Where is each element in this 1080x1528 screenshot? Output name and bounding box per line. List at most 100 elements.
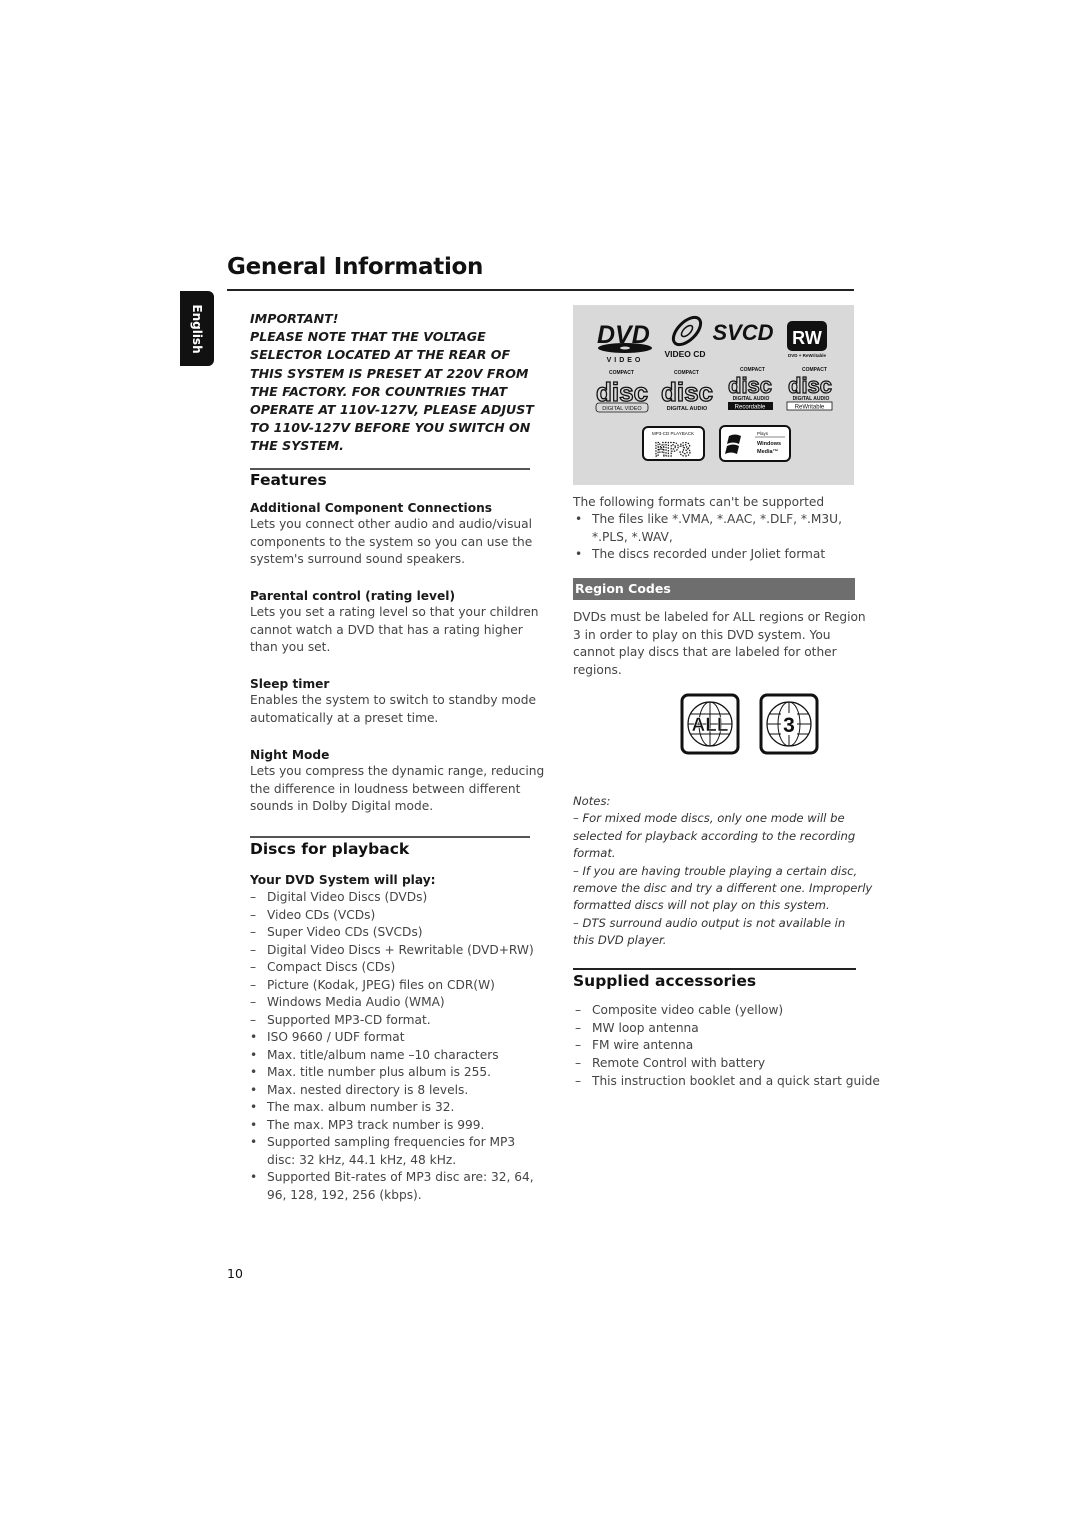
list-item-text: Supported sampling frequencies for MP3 (267, 1135, 516, 1149)
bullet-icon: • (250, 1065, 258, 1079)
bullet-icon: • (250, 1135, 258, 1149)
text-line: sounds in Dolby Digital mode. (250, 799, 434, 814)
list-item: – Digital Video Discs (DVDs) (250, 889, 540, 907)
list-item: • ISO 9660 / UDF format (250, 1029, 540, 1047)
feature-description: Lets you set a rating level so that your… (250, 604, 540, 657)
feature-night-mode: Night Mode Lets you compress the dynamic… (250, 748, 545, 816)
cd-main-text: disc (661, 377, 713, 407)
accessories-heading: Supplied accessories (573, 972, 757, 990)
list-item: • The max. album number is 32. (250, 1099, 540, 1117)
list-item-text: Supported Bit-rates of MP3 disc are: 32,… (267, 1170, 534, 1184)
dvd-disc-hole (620, 346, 630, 350)
feature-additional-connections: Additional Component Connections Lets yo… (250, 501, 540, 569)
list-item: – FM wire antenna (575, 1037, 860, 1055)
windows-media-logo: Plays Windows Media™ (719, 425, 791, 462)
list-item-text: Remote Control with battery (592, 1056, 766, 1071)
language-tab-label: English (190, 303, 204, 354)
list-item: – Windows Media Audio (WMA) (250, 994, 540, 1012)
region-codes-heading: Region Codes (573, 578, 855, 600)
text-line: Lets you compress the dynamic range, red… (250, 764, 545, 778)
important-line: THE FACTORY. FOR COUNTRIES THAT (250, 383, 508, 399)
list-item: – Compact Discs (CDs) (250, 959, 540, 977)
list-item-text: Max. title/album name –10 characters (267, 1047, 499, 1062)
cd-main-text: disc (728, 373, 772, 398)
list-item: • Supported Bit-rates of MP3 disc are: 32… (250, 1169, 540, 1204)
dash-icon: – (250, 960, 257, 974)
list-item: – Composite video cable (yellow) (575, 1002, 860, 1020)
note-line: – DTS surround audio output is not avail… (573, 915, 846, 930)
text-line: automatically at a preset time. (250, 710, 439, 725)
list-item-text: 96, 128, 192, 256 (kbps). (267, 1187, 422, 1202)
list-item-text: disc: 32 kHz, 44.1 kHz, 48 kHz. (267, 1152, 457, 1167)
list-item-text: Composite video cable (yellow) (592, 1003, 784, 1017)
video-cd-disc-inner (680, 324, 694, 338)
list-item-text: The files like *.VMA, *.AAC, *.DLF, *.M3… (592, 512, 842, 526)
list-item: – Digital Video Discs + Rewritable (DVD+R… (250, 942, 540, 960)
rw-sub-text: DVD + ReWritable (788, 353, 827, 358)
list-item-text: Supported MP3-CD format. (267, 1012, 431, 1027)
region-all-icon: ALL (680, 693, 740, 759)
bullet-icon: • (250, 1117, 258, 1132)
text-line: DVDs must be labeled for ALL regions or … (573, 610, 866, 624)
unsupported-intro: The following formats can't be supported (573, 495, 825, 509)
list-item-text: ISO 9660 / UDF format (267, 1030, 405, 1044)
note-line: selected for playback according to the r… (573, 828, 856, 843)
list-item: • Max. title/album name –10 characters (250, 1047, 540, 1065)
list-item-text: This instruction booklet and a quick sta… (592, 1073, 880, 1088)
unsupported-list: • The files like *.VMA, *.AAC, *.DLF, *.M… (575, 511, 860, 564)
list-item: – Supported MP3-CD format. (250, 1012, 540, 1030)
text-line: system's surround sound speakers. (250, 552, 466, 567)
wm-line3: Media™ (757, 449, 778, 455)
important-line: THE SYSTEM. (250, 438, 344, 454)
cd-recordable-logo: COMPACT disc DIGITAL AUDIO Recordable (727, 367, 773, 411)
page-number: 10 (227, 1266, 243, 1281)
list-item-text: Digital Video Discs (DVDs) (267, 890, 428, 904)
region-all-label: ALL (692, 715, 729, 736)
list-item: • The files like *.VMA, *.AAC, *.DLF, *.M… (575, 511, 860, 546)
list-item-text: Super Video CDs (SVCDs) (267, 925, 423, 939)
discs-heading: Discs for playback (250, 840, 410, 858)
cd-sub-text: DIGITAL VIDEO (602, 406, 642, 412)
dash-icon: – (575, 1020, 582, 1035)
dvd-video-logo: DVD VIDEO (597, 321, 652, 364)
cd-digital-audio-logo: COMPACT disc DIGITAL AUDIO (660, 370, 713, 412)
video-cd-disc-shape (671, 315, 703, 347)
cd-rewritable-logo: COMPACT disc DIGITAL AUDIO ReWritable (786, 367, 833, 411)
list-item: – Picture (Kodak, JPEG) files on CDR(W) (250, 977, 540, 995)
dvd-rw-logo: RW DVD + ReWritable (787, 321, 827, 358)
text-line: components to the system so you can use … (250, 534, 533, 549)
list-item-text: The max. MP3 track number is 999. (267, 1117, 485, 1132)
cd-sub-text: DIGITAL AUDIO (667, 406, 708, 412)
text-line: than you set. (250, 640, 331, 655)
page-title: General Information (227, 254, 484, 280)
feature-title: Sleep timer (250, 677, 330, 691)
dash-icon: – (250, 942, 257, 957)
disc-logos-panel: DVD VIDEO VIDEO CD SVCD RW DVD + ReWrita… (573, 305, 854, 485)
important-notice: IMPORTANT! PLEASE NOTE THAT THE VOLTAGE … (250, 310, 540, 456)
feature-sleep-timer: Sleep timer Enables the system to switch… (250, 677, 540, 727)
feature-description: Lets you compress the dynamic range, red… (250, 763, 545, 816)
list-item: – This instruction booklet and a quick st… (575, 1073, 880, 1091)
note-line: format. (573, 846, 616, 861)
note-line: – For mixed mode discs, only one mode wi… (573, 811, 845, 826)
list-item-text: Windows Media Audio (WMA) (267, 995, 445, 1009)
text-line: regions. (573, 663, 622, 678)
important-line: IMPORTANT! (250, 311, 339, 326)
cd-digital-video-logo: COMPACT disc DIGITAL VIDEO (595, 370, 649, 413)
dash-icon: – (250, 1012, 257, 1027)
feature-parental-control: Parental control (rating level) Lets you… (250, 589, 540, 657)
cd-main-text: disc (596, 377, 648, 407)
cd-top-text: COMPACT (609, 370, 634, 376)
region-3-icon: 3 (759, 693, 819, 759)
list-item-text: Compact Discs (CDs) (267, 960, 396, 974)
bullet-icon: • (575, 512, 583, 526)
region-description: DVDs must be labeled for ALL regions or … (573, 609, 866, 680)
list-item: • Max. title number plus album is 255. (250, 1064, 540, 1082)
cd-sub-text: DIGITAL AUDIO (733, 396, 770, 402)
dash-icon: – (250, 995, 257, 1009)
mp3-cd-playback-logo: MP3-CD PLAYBACK MP3 (642, 426, 705, 464)
dash-icon: – (575, 1073, 582, 1088)
important-line: OPERATE AT 110V-127V, PLEASE ADJUST (250, 402, 534, 418)
feature-title: Parental control (rating level) (250, 589, 456, 603)
mp3-main-text: MP3 (655, 440, 691, 463)
